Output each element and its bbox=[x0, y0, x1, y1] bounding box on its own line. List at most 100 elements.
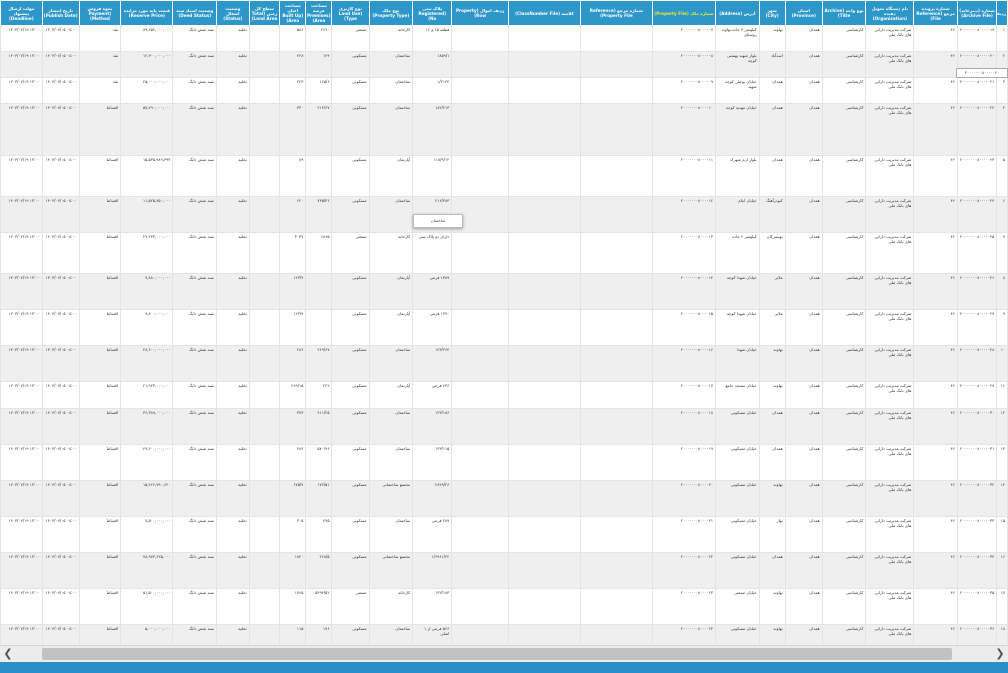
column-header[interactable]: مساحت عرصه (Premises Area) bbox=[305, 0, 333, 26]
table-row[interactable]: ۴ ۲۰۰۰۰۰۰۰۸۰۰۰۰۰۲۲ ۴۶ شرکت مدیریت دارایی ها… bbox=[0, 103, 1008, 156]
cell-propfile[interactable]: ۲۰۰۰۰۰۰۰۸۰۰۰۰۱۶ bbox=[651, 345, 717, 382]
cell-propfile[interactable]: ۲۰۰۰۰۰۰۰۸۰۰۰۰۲۰ bbox=[651, 480, 717, 517]
table-row[interactable]: ۱۰ ۲۰۰۰۰۰۰۰۸۰۰۰۰۰۲۸ ۴۶ شرکت مدیریت دارایی ه… bbox=[0, 345, 1008, 382]
column-header[interactable]: شماره (دبیرخانه) (Archive File) bbox=[956, 0, 998, 26]
column-header[interactable]: قیمت پایه مورد مزایده (Reserve Price) bbox=[120, 0, 174, 26]
table-row[interactable]: ۱۳ ۲۰۰۰۰۰۰۰۸۰۰۰۰۰۳۱ ۴۶ شرکت مدیریت دارایی ه… bbox=[0, 444, 1008, 481]
horizontal-scrollbar[interactable]: ❮ ❯ bbox=[0, 645, 1008, 663]
column-header[interactable]: نوع ملک (Property Type) bbox=[368, 0, 414, 26]
cell-refpf bbox=[579, 381, 653, 409]
cell-archive[interactable]: ۲۰۰۰۰۰۰۰۸۰۰۰۰۰۲۶ bbox=[956, 273, 998, 310]
cell-title: کارشناسی bbox=[821, 103, 867, 156]
cell-propfile[interactable]: ۲۰۰۰۰۰۰۰۸۰۰۰۰۱۱ bbox=[651, 155, 717, 197]
column-header[interactable]: شماره مرجع (Reference Property File) bbox=[579, 0, 653, 26]
column-header[interactable]: شماره پرونده مرجع (Reference File) bbox=[913, 0, 958, 26]
cell-prem: ۲۶۶۰ bbox=[305, 25, 333, 52]
column-header[interactable]: مساحت اعیان (Built Up Area) bbox=[279, 0, 307, 26]
cell-reg: ۱۳۹۰ فرعی bbox=[412, 309, 453, 346]
table-row[interactable]: ۱۴ ۲۰۰۰۰۰۰۰۸۰۰۰۰۰۳۲ ۴۶ شرکت مدیریت دارایی ه… bbox=[0, 480, 1008, 517]
column-header[interactable]: استان (Province) bbox=[784, 0, 823, 26]
cell-archive[interactable]: ۲۰۰۰۰۰۰۰۸۰۰۰۰۰۳۲ bbox=[956, 480, 998, 517]
table-row[interactable]: ۱۲ ۲۰۰۰۰۰۰۰۸۰۰۰۰۰۳۰ ۴۶ شرکت مدیریت دارایی ه… bbox=[0, 408, 1008, 445]
cell-archive[interactable]: ۲۰۰۰۰۰۰۰۸۰۰۰۰۰۲۳ bbox=[956, 155, 998, 197]
cell-archive[interactable]: ۲۰۰۰۰۰۰۰۸۰۰۰۰۰۲۴ bbox=[956, 196, 998, 233]
cell-refpf bbox=[579, 516, 653, 553]
cell-pay: اقساط bbox=[78, 408, 122, 445]
column-header[interactable]: نوع کاربری (Land Use Type) bbox=[331, 0, 370, 26]
property-type-popup[interactable]: ساختمان bbox=[413, 214, 463, 228]
cell-propfile[interactable]: ۲۰۰۰۰۰۰۰۸۰۰۰۰۱۲ bbox=[651, 196, 717, 233]
scrollbar-thumb[interactable] bbox=[42, 648, 952, 660]
cell-refpf bbox=[579, 444, 653, 481]
cell-status: تخلیه bbox=[216, 155, 250, 197]
cell-price: ۷,۵۰۰,۰۰۰,۰۰۰ bbox=[120, 516, 174, 553]
column-header[interactable]: شهر (City) bbox=[758, 0, 786, 26]
table-row[interactable]: ۱۶ ۲۰۰۰۰۰۰۰۸۰۰۰۰۰۳۴ ۴۶ شرکت مدیریت دارایی ه… bbox=[0, 552, 1008, 589]
table-row[interactable]: ۹ ۲۰۰۰۰۰۰۰۸۰۰۰۰۰۲۷ ۴۶ شرکت مدیریت دارایی ها… bbox=[0, 309, 1008, 346]
column-header[interactable]: ردیف bbox=[996, 0, 1008, 26]
cell-pay: اقساط bbox=[78, 480, 122, 517]
column-header[interactable]: نام دستگاه تحویل دهنده (Organization) bbox=[865, 0, 915, 26]
scroll-left-icon[interactable]: ❮ bbox=[2, 648, 14, 660]
cell-total bbox=[248, 196, 281, 233]
column-header[interactable]: نحوه فروش (Payment Method) bbox=[78, 0, 122, 26]
table-row[interactable]: ۱۱ ۲۰۰۰۰۰۰۰۸۰۰۰۰۰۲۹ ۴۶ شرکت مدیریت دارایی ه… bbox=[0, 381, 1008, 409]
cell-archive[interactable]: ۲۰۰۰۰۰۰۰۸۰۰۰۰۰۳۴ bbox=[956, 552, 998, 589]
cell-propfile[interactable]: ۲۰۰۰۰۰۰۰۸۰۰۰۰۰۷ bbox=[651, 25, 717, 52]
cell-org: شرکت مدیریت دارایی های بانک ملی bbox=[865, 345, 915, 382]
cell-prov: همدان bbox=[784, 408, 823, 445]
column-header[interactable]: وضعیت اشغال (Status) bbox=[216, 0, 250, 26]
cell-propfile[interactable]: ۲۰۰۰۰۰۰۰۸۰۰۰۰۱۵ bbox=[651, 309, 717, 346]
cell-archive[interactable]: ۲۰۰۰۰۰۰۰۸۰۰۰۰۰۳۵ bbox=[956, 588, 998, 625]
column-header[interactable]: ردیف اموال (Property Row) bbox=[451, 0, 509, 26]
scroll-right-icon[interactable]: ❯ bbox=[994, 648, 1006, 660]
column-header[interactable]: کلاسه (ClassNumber File) bbox=[507, 0, 581, 26]
column-header[interactable]: مهلت ارسال پیشنهاد (Deadline) bbox=[0, 0, 43, 26]
cell-propfile[interactable]: ۲۰۰۰۰۰۰۰۸۰۰۰۰۰۹ bbox=[651, 77, 717, 104]
cell-propfile[interactable]: ۲۰۰۰۰۰۰۰۸۰۰۰۰۲۱ bbox=[651, 516, 717, 553]
cell-archive[interactable]: ۲۰۰۰۰۰۰۰۸۰۰۰۰۰۲۱ bbox=[956, 77, 998, 104]
cell-archive[interactable]: ۲۰۰۰۰۰۰۰۸۰۰۰۰۰۳۰ bbox=[956, 408, 998, 445]
cell-pay: اقساط bbox=[78, 552, 122, 589]
cell-archive[interactable]: ۲۰۰۰۰۰۰۰۸۰۰۰۰۰۱۹ bbox=[956, 25, 998, 52]
cell-propfile[interactable]: ۲۰۰۰۰۰۰۰۸۰۰۰۰۰۸ bbox=[651, 51, 717, 78]
cell-propfile[interactable]: ۲۰۰۰۰۰۰۰۸۰۰۰۰۱۰ bbox=[651, 103, 717, 156]
cell-propfile[interactable]: ۲۰۰۰۰۰۰۰۸۰۰۰۰۱۹ bbox=[651, 444, 717, 481]
table-row[interactable]: ۱۷ ۲۰۰۰۰۰۰۰۸۰۰۰۰۰۳۵ ۴۶ شرکت مدیریت دارایی ه… bbox=[0, 588, 1008, 625]
cell-archive[interactable]: ۲۰۰۰۰۰۰۰۸۰۰۰۰۰۲۲ bbox=[956, 103, 998, 156]
cell-archive[interactable]: ۲۰۰۰۰۰۰۰۸۰۰۰۰۰۲۹ bbox=[956, 381, 998, 409]
cell-archive[interactable]: ۲۰۰۰۰۰۰۰۸۰۰۰۰۰۲۷ bbox=[956, 309, 998, 346]
table-row[interactable]: ۸ ۲۰۰۰۰۰۰۰۸۰۰۰۰۰۲۶ ۴۶ شرکت مدیریت دارایی ها… bbox=[0, 273, 1008, 310]
table-row[interactable]: ۶ ۲۰۰۰۰۰۰۰۸۰۰۰۰۰۲۴ ۴۶ شرکت مدیریت دارایی ها… bbox=[0, 196, 1008, 233]
column-header[interactable]: تاریخ انتشار (Publish Date) bbox=[41, 0, 80, 26]
cell-ref: ۴۶ bbox=[913, 273, 958, 310]
cell-archive[interactable]: ۲۰۰۰۰۰۰۰۸۰۰۰۰۰۲۵ bbox=[956, 232, 998, 274]
cell-propfile[interactable]: ۲۰۰۰۰۰۰۰۸۰۰۰۰۱۸ bbox=[651, 408, 717, 445]
cell-propfile[interactable]: ۲۰۰۰۰۰۰۰۸۰۰۰۰۲۳ bbox=[651, 588, 717, 625]
table-row[interactable]: ۲ ۲۰۰۰۰۰۰۰۸۰۰۰۰۰۲۰ ۴۶ شرکت مدیریت دارایی ها… bbox=[0, 51, 1008, 78]
table-row[interactable]: ۱۸ ۲۰۰۰۰۰۰۰۸۰۰۰۰۰۳۶ ۴۶ شرکت مدیریت دارایی ه… bbox=[0, 624, 1008, 645]
cell-idx: ۱۰ bbox=[996, 345, 1008, 382]
column-header[interactable]: وضعیت اسناد سند (Deed Status) bbox=[172, 0, 218, 26]
column-header[interactable]: سطح کل زمین (Total Land Area) bbox=[248, 0, 281, 26]
table-row[interactable]: ۱۵ ۲۰۰۰۰۰۰۰۸۰۰۰۰۰۳۳ ۴۶ شرکت مدیریت دارایی ه… bbox=[0, 516, 1008, 553]
cell-title: کارشناسی bbox=[821, 25, 867, 52]
column-header[interactable]: شماره ملک (Property File) bbox=[651, 0, 717, 26]
cell-propfile[interactable]: ۲۰۰۰۰۰۰۰۸۰۰۰۰۱۳ bbox=[651, 232, 717, 274]
cell-archive[interactable]: ۲۰۰۰۰۰۰۰۸۰۰۰۰۰۳۶ bbox=[956, 624, 998, 645]
cell-propfile[interactable]: ۲۰۰۰۰۰۰۰۸۰۰۰۰۲۲ bbox=[651, 552, 717, 589]
column-header[interactable]: پلاک ثبتی (Registered No) bbox=[412, 0, 453, 26]
cell-org: شرکت مدیریت دارایی های بانک ملی bbox=[865, 103, 915, 156]
cell-propfile[interactable]: ۲۰۰۰۰۰۰۰۸۰۰۰۰۱۷ bbox=[651, 381, 717, 409]
table-row[interactable]: ۵ ۲۰۰۰۰۰۰۰۸۰۰۰۰۰۲۳ ۴۶ شرکت مدیریت دارایی ها… bbox=[0, 155, 1008, 197]
cell-propfile[interactable]: ۲۰۰۰۰۰۰۰۸۰۰۰۰۲۴ bbox=[651, 624, 717, 645]
column-header[interactable]: نوع واحد (Archive Title) bbox=[821, 0, 867, 26]
table-row[interactable]: ۷ ۲۰۰۰۰۰۰۰۸۰۰۰۰۰۲۵ ۴۶ شرکت مدیریت دارایی ها… bbox=[0, 232, 1008, 274]
cell-propfile[interactable]: ۲۰۰۰۰۰۰۰۸۰۰۰۰۱۴ bbox=[651, 273, 717, 310]
cell-archive[interactable]: ۲۰۰۰۰۰۰۰۸۰۰۰۰۰۲۸ bbox=[956, 345, 998, 382]
column-header[interactable]: آدرس (Address) bbox=[715, 0, 760, 26]
cell-archive[interactable]: ۲۰۰۰۰۰۰۰۸۰۰۰۰۰۳۳ bbox=[956, 516, 998, 553]
table-row[interactable]: ۱ ۲۰۰۰۰۰۰۰۸۰۰۰۰۰۱۹ ۴۶ شرکت مدیریت دارایی ها… bbox=[0, 25, 1008, 52]
cell-archive[interactable]: ۲۰۰۰۰۰۰۰۸۰۰۰۰۰۳۱ bbox=[956, 444, 998, 481]
table-row[interactable]: ۳ ۲۰۰۰۰۰۰۰۸۰۰۰۰۰۲۱ ۴۶ شرکت مدیریت دارایی ها… bbox=[0, 77, 1008, 104]
